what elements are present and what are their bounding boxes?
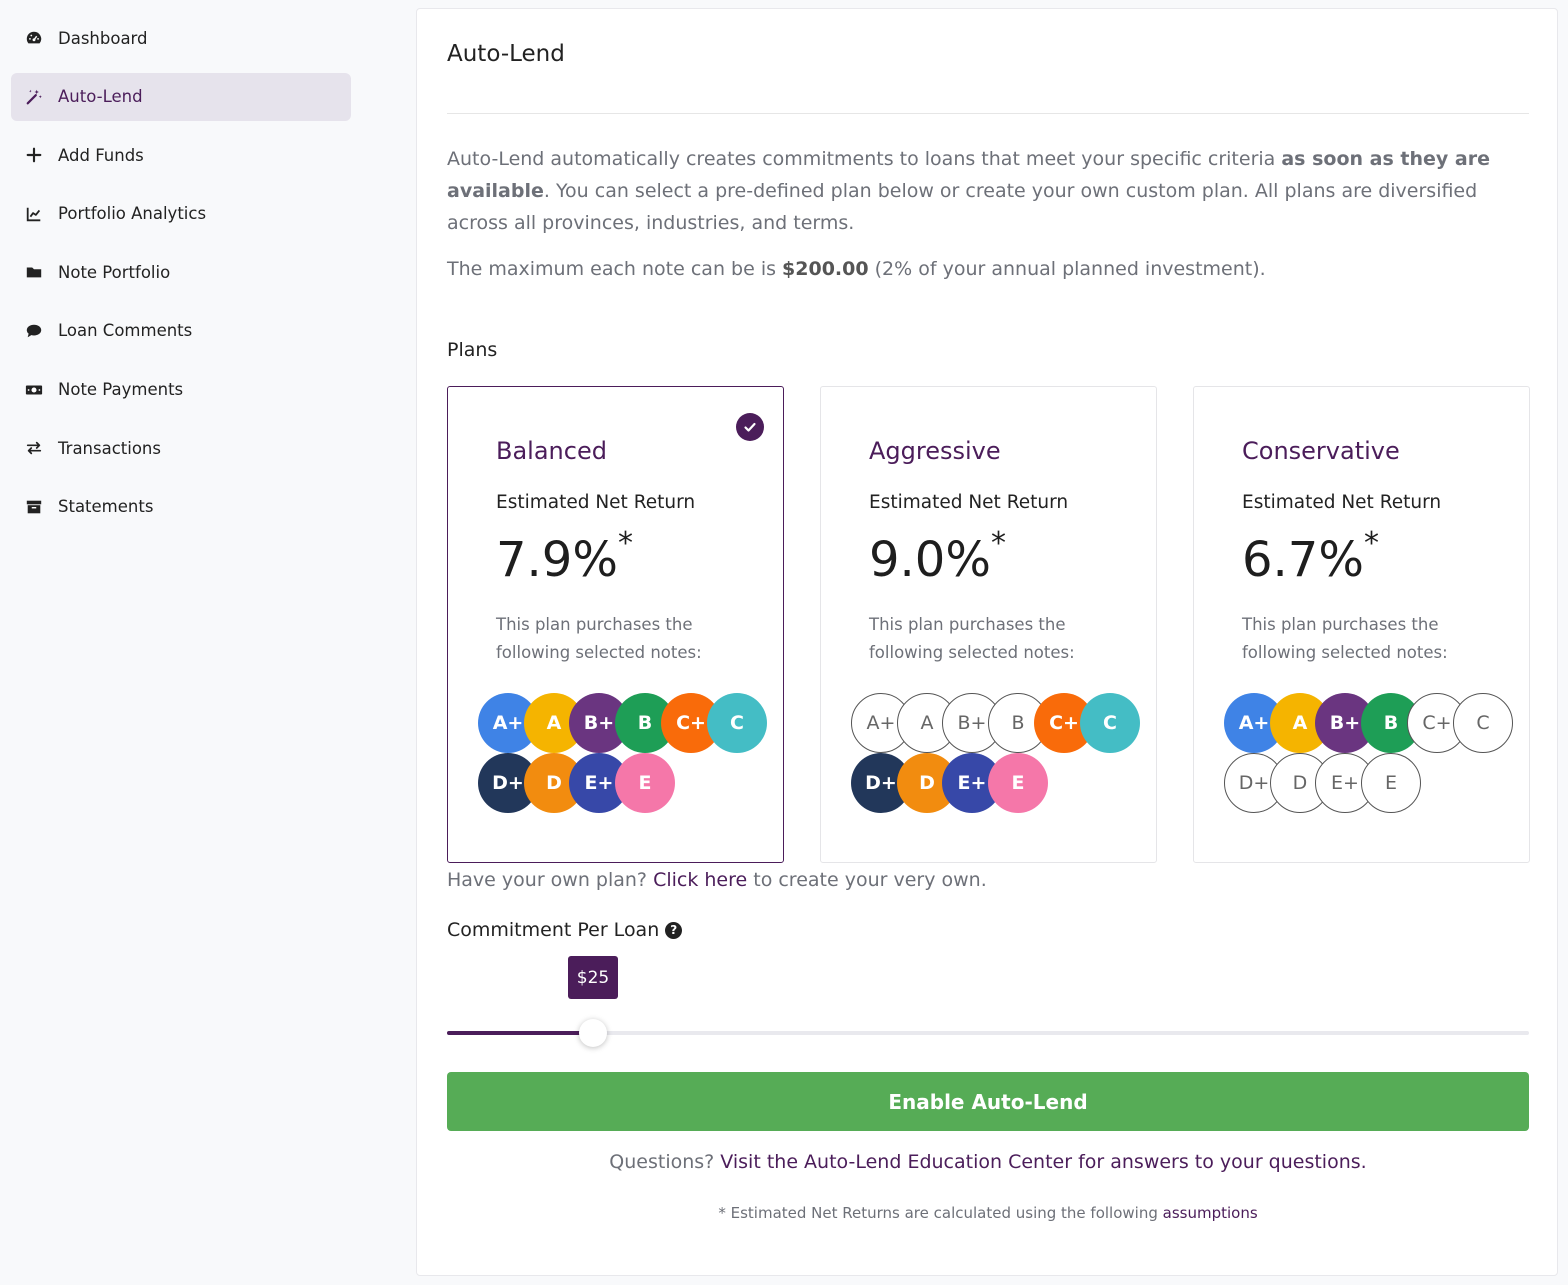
help-icon[interactable]: ? [665, 921, 683, 939]
return-value-text: 9.0% [869, 532, 991, 588]
dashboard-icon [24, 28, 44, 48]
questions-prefix: Questions? [609, 1151, 721, 1173]
slider-value-tooltip: $25 [568, 956, 618, 999]
max-prefix: The maximum each note can be is [447, 258, 783, 280]
sidebar-item-label: Statements [58, 497, 154, 517]
sidebar-item-portfolio-analytics[interactable]: Portfolio Analytics [11, 190, 351, 238]
plan-card-balanced[interactable]: Balanced Estimated Net Return 7.9%* This pl… [447, 386, 784, 863]
chart-line-icon [24, 204, 44, 224]
sidebar-item-label: Note Portfolio [58, 262, 171, 282]
footnote: * Estimated Net Returns are calculated u… [417, 1204, 1559, 1222]
grade-badge: C [707, 693, 767, 753]
sidebar-item-loan-comments[interactable]: Loan Comments [11, 307, 351, 355]
assumptions-link[interactable]: assumptions [1163, 1204, 1258, 1222]
max-suffix: (2% of your annual planned investment). [868, 258, 1266, 280]
return-asterisk: * [617, 526, 633, 561]
sidebar-item-add-funds[interactable]: Add Funds [11, 131, 351, 179]
plan-name: Aggressive [869, 437, 1001, 465]
max-note-text: The maximum each note can be is $200.00 … [447, 258, 1266, 280]
commitment-label-text: Commitment Per Loan [447, 919, 660, 941]
comment-icon [24, 321, 44, 341]
sidebar-item-dashboard[interactable]: Dashboard [11, 14, 351, 62]
plan-name: Balanced [496, 437, 607, 465]
grade-badges: A+ A B+ B C+ C D+ D E+ E [851, 693, 1151, 818]
intro-text: Auto-Lend automatically creates commitme… [447, 143, 1529, 239]
check-circle-icon [736, 413, 764, 441]
sidebar-item-label: Note Payments [58, 380, 184, 400]
max-amount: $200.00 [782, 258, 869, 280]
plan-name: Conservative [1242, 437, 1400, 465]
slider-track[interactable] [447, 1031, 1529, 1035]
plan-return-value: 7.9%* [496, 526, 633, 588]
grade-badges: A+ A B+ B C+ C D+ D E+ E [478, 693, 778, 818]
plan-description: This plan purchases the following select… [1242, 615, 1448, 662]
grade-badge: E [615, 753, 675, 813]
plan-return-label: Estimated Net Return [496, 492, 696, 513]
plus-icon [24, 145, 44, 165]
grade-badge: C [1080, 693, 1140, 753]
money-bill-icon [24, 380, 44, 400]
plan-return-label: Estimated Net Return [1242, 492, 1442, 513]
sidebar-item-auto-lend[interactable]: Auto-Lend [11, 72, 351, 121]
sidebar-item-label: Add Funds [58, 145, 144, 165]
plan-description: This plan purchases the following select… [496, 615, 702, 662]
sidebar-item-note-portfolio[interactable]: Note Portfolio [11, 248, 351, 296]
own-plan-text: Have your own plan? Click here to create… [447, 869, 987, 891]
create-plan-link[interactable]: Click here [653, 869, 747, 891]
plans-label: Plans [447, 339, 498, 361]
return-value-text: 7.9% [496, 532, 618, 588]
grade-badges: A+ A B+ B C+ C D+ D E+ E [1224, 693, 1524, 818]
grade-badge: C [1453, 693, 1513, 753]
archive-icon [24, 497, 44, 517]
footnote-prefix: * Estimated Net Returns are calculated u… [718, 1204, 1163, 1222]
sidebar-item-transactions[interactable]: Transactions [11, 424, 351, 472]
plan-description: This plan purchases the following select… [869, 615, 1075, 662]
return-value-text: 6.7% [1242, 532, 1364, 588]
plan-return-label: Estimated Net Return [869, 492, 1069, 513]
divider [447, 113, 1529, 114]
enable-auto-lend-button[interactable]: Enable Auto-Lend [447, 1072, 1529, 1131]
grade-badge: E [988, 753, 1048, 813]
page-title: Auto-Lend [447, 41, 565, 67]
sidebar-item-statements[interactable]: Statements [11, 483, 351, 531]
magic-wand-icon [24, 87, 44, 107]
intro-part2: . You can select a pre-defined plan belo… [447, 180, 1478, 234]
intro-part1: Auto-Lend automatically creates commitme… [447, 148, 1282, 170]
own-plan-prefix: Have your own plan? [447, 869, 654, 891]
commitment-slider[interactable]: $25 [447, 956, 1529, 1049]
sidebar: Dashboard Auto-Lend Add Funds Portfolio Ana… [0, 0, 362, 1285]
folder-icon [24, 262, 44, 282]
plan-card-conservative[interactable]: Conservative Estimated Net Return 6.7%* Thi… [1193, 386, 1530, 863]
auto-lend-card: Auto-Lend Auto-Lend automatically create… [416, 8, 1558, 1276]
return-asterisk: * [1363, 526, 1379, 561]
plan-card-aggressive[interactable]: Aggressive Estimated Net Return 9.0%* This … [820, 386, 1157, 863]
exchange-icon [24, 438, 44, 458]
return-asterisk: * [990, 526, 1006, 561]
sidebar-item-label: Transactions [58, 438, 161, 458]
own-plan-suffix: to create your very own. [747, 869, 987, 891]
sidebar-item-label: Auto-Lend [58, 87, 143, 107]
grade-badge: E [1361, 753, 1421, 813]
questions-text: Questions? Visit the Auto-Lend Education… [417, 1151, 1559, 1173]
plan-return-value: 9.0%* [869, 526, 1006, 588]
sidebar-item-label: Dashboard [58, 28, 148, 48]
commitment-label: Commitment Per Loan? [447, 919, 683, 941]
sidebar-item-label: Loan Comments [58, 321, 193, 341]
slider-fill [447, 1031, 593, 1035]
sidebar-item-label: Portfolio Analytics [58, 204, 207, 224]
education-center-link[interactable]: Visit the Auto-Lend Education Center for… [720, 1151, 1366, 1173]
slider-handle[interactable] [579, 1019, 607, 1047]
sidebar-item-note-payments[interactable]: Note Payments [11, 366, 351, 414]
plan-return-value: 6.7%* [1242, 526, 1379, 588]
